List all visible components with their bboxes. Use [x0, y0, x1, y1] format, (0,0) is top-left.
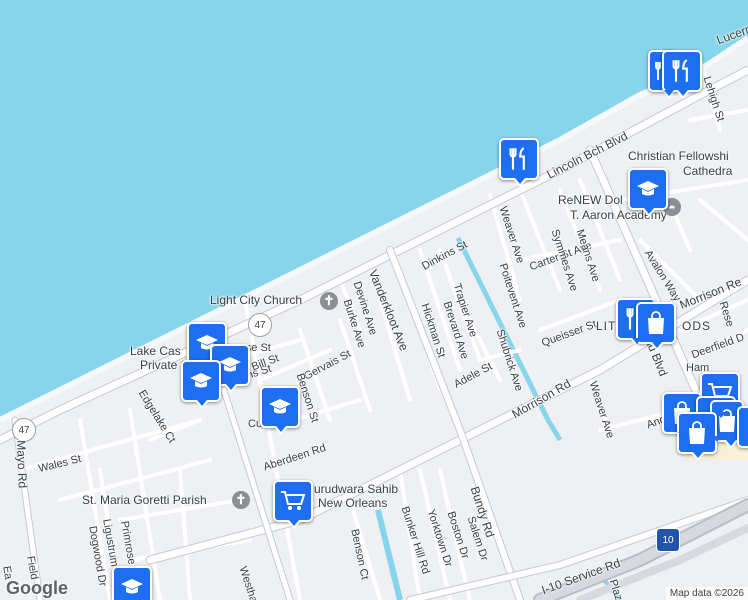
school-marker[interactable]: [260, 386, 300, 435]
school-marker[interactable]: [181, 360, 221, 409]
graduation-cap-icon: [637, 181, 659, 196]
church-icon-st-maria[interactable]: ✝: [232, 491, 250, 509]
cathedral-label[interactable]: Cathedra: [683, 165, 732, 177]
fork-knife-icon: [509, 147, 525, 170]
shopping-bag-marker[interactable]: [737, 406, 748, 448]
shopping-cart-icon: [281, 491, 306, 510]
school-marker[interactable]: [112, 566, 152, 600]
map-attribution[interactable]: Map data ©2026: [665, 587, 748, 600]
light-city-church-label[interactable]: Light City Church: [210, 294, 302, 306]
church-icon[interactable]: ✝: [320, 292, 338, 310]
shopping-bag-icon: [689, 421, 705, 444]
graduation-cap-icon: [269, 399, 291, 414]
lake-castle-label[interactable]: Lake Cas: [130, 345, 181, 357]
route-47-shield: 47: [248, 313, 272, 337]
interstate-10-shield: 10: [656, 528, 680, 552]
map-canvas[interactable]: 47 47 10 Lincoln Bch Blvd Vanderkloot Av…: [0, 0, 748, 600]
school-marker[interactable]: [628, 168, 668, 217]
christian-fellowship-label[interactable]: Christian Fellowshi: [628, 150, 729, 162]
restaurant-marker[interactable]: [499, 138, 539, 187]
mayo-rd-label: Mayo Rd: [14, 439, 30, 489]
google-logo[interactable]: Google: [6, 578, 68, 599]
little-woods-label-a: LIT: [596, 319, 617, 333]
route-47-shield-west: 47: [12, 418, 36, 442]
gurudwara-label[interactable]: urudwara Sahib: [314, 483, 398, 495]
renew-label[interactable]: ReNEW Dol: [558, 194, 623, 206]
shopping-bag-icon: [648, 311, 664, 334]
graduation-cap-icon: [121, 579, 143, 594]
gurudwara-city-label[interactable]: New Orleans: [318, 497, 387, 509]
shopping-bag-marker[interactable]: [636, 302, 676, 351]
little-woods-label-b: ODS: [682, 319, 712, 333]
graduation-cap-icon: [219, 357, 241, 372]
grocery-cart-marker[interactable]: [273, 480, 313, 529]
restaurant-marker[interactable]: [662, 50, 702, 99]
graduation-cap-icon: [190, 373, 212, 388]
st-maria-goretti-label[interactable]: St. Maria Goretti Parish: [82, 494, 207, 506]
fork-knife-icon: [672, 59, 688, 82]
